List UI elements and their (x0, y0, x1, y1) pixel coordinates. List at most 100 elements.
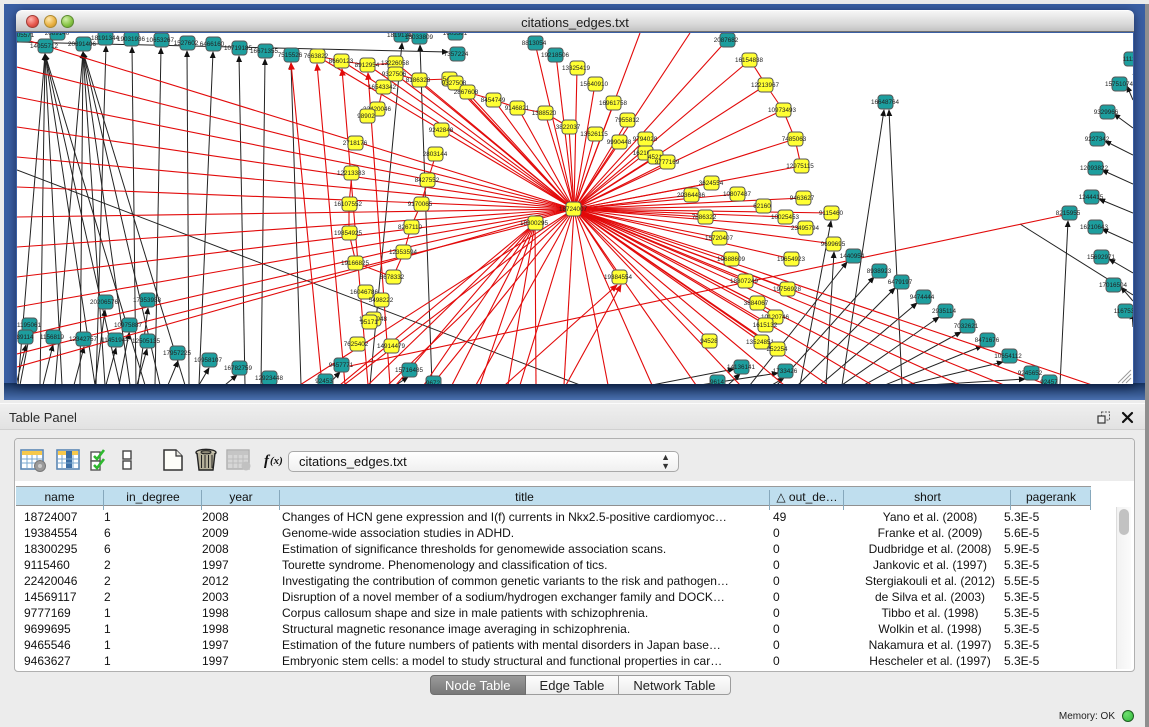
svg-text:16033809: 16033809 (405, 34, 434, 41)
svg-text:39114: 39114 (17, 334, 34, 341)
svg-text:1195061: 1195061 (17, 322, 42, 329)
svg-text:3884067: 3884067 (744, 300, 769, 307)
svg-text:10688609: 10688609 (717, 256, 746, 263)
svg-text:8454749: 8454749 (481, 97, 506, 104)
svg-text:10654112: 10654112 (994, 353, 1022, 360)
svg-text:17353938: 17353938 (133, 297, 162, 304)
svg-text:11451944: 11451944 (101, 337, 129, 344)
svg-text:1603381: 1603381 (443, 33, 468, 37)
svg-text:19384554: 19384554 (604, 274, 633, 281)
svg-text:14055712: 14055712 (30, 43, 59, 50)
svg-text:7886322: 7886322 (692, 214, 717, 221)
svg-text:15692971: 15692971 (1087, 254, 1116, 261)
svg-text:10975887: 10975887 (114, 322, 143, 329)
svg-text:11125: 11125 (1123, 56, 1133, 63)
svg-text:9115460: 9115460 (819, 210, 844, 217)
svg-text:16648764: 16648764 (871, 99, 900, 106)
svg-text:23495794: 23495794 (791, 225, 820, 232)
svg-text:15751074: 15751074 (1105, 81, 1133, 88)
svg-text:6466160: 6466160 (200, 41, 225, 48)
svg-text:3822037: 3822037 (556, 124, 581, 131)
svg-text:7515526: 7515526 (278, 52, 303, 59)
svg-text:62160: 62160 (753, 203, 771, 210)
svg-text:12342757: 12342757 (69, 336, 98, 343)
svg-text:8938923: 8938923 (867, 268, 892, 275)
svg-text:9146821: 9146821 (505, 105, 530, 112)
svg-text:1388520: 1388520 (532, 110, 557, 117)
svg-text:19031936: 19031936 (117, 36, 146, 43)
svg-text:18807249: 18807249 (730, 278, 759, 285)
svg-text:19654923: 19654923 (777, 256, 806, 263)
svg-text:10973493: 10973493 (768, 107, 797, 114)
svg-text:1440954: 1440954 (840, 253, 865, 260)
svg-text:12093822: 12093822 (1080, 165, 1109, 172)
svg-text:12213967: 12213967 (751, 82, 780, 89)
svg-text:10653267: 10653267 (146, 37, 175, 44)
svg-text:1615132: 1615132 (753, 322, 778, 329)
svg-text:14914479: 14914479 (377, 343, 406, 350)
svg-text:1527602: 1527602 (174, 40, 199, 47)
svg-text:18191344: 18191344 (91, 35, 120, 42)
svg-text:8678332: 8678332 (380, 274, 405, 281)
svg-text:9614: 9614 (710, 379, 725, 384)
svg-text:9329966: 9329966 (1094, 109, 1119, 116)
svg-text:9794028: 9794028 (633, 136, 658, 143)
svg-text:20206576: 20206576 (90, 299, 119, 306)
svg-text:6479197: 6479197 (888, 279, 913, 286)
svg-text:15720407: 15720407 (705, 235, 734, 242)
svg-text:8912954: 8912954 (355, 62, 380, 69)
svg-text:16961758: 16961758 (599, 100, 628, 107)
svg-text:16107552: 16107552 (334, 201, 363, 208)
svg-text:12353594: 12353594 (389, 249, 418, 256)
svg-text:8427552: 8427552 (415, 177, 440, 184)
svg-text:9227342: 9227342 (1085, 136, 1110, 143)
svg-text:16210643: 16210643 (1080, 224, 1109, 231)
svg-text:9170065: 9170065 (408, 201, 433, 208)
svg-text:9327506: 9327506 (382, 71, 407, 78)
svg-text:12923448: 12923448 (255, 375, 284, 382)
svg-text:10025453: 10025453 (771, 214, 800, 221)
svg-text:18724007: 18724007 (559, 206, 588, 213)
svg-text:1905571: 1905571 (17, 33, 35, 39)
svg-text:7032621: 7032621 (954, 323, 979, 330)
svg-text:8215955: 8215955 (1056, 210, 1081, 217)
svg-text:8813054: 8813054 (522, 40, 547, 47)
svg-text:92457: 92457 (1040, 379, 1058, 384)
svg-text:8660123: 8660123 (329, 58, 354, 65)
svg-text:10807487: 10807487 (723, 191, 752, 198)
svg-text:19166825: 19166825 (341, 260, 370, 267)
svg-text:5498222: 5498222 (369, 297, 394, 304)
svg-text:17957225: 17957225 (163, 350, 192, 357)
svg-text:94528: 94528 (700, 338, 718, 345)
svg-text:116753: 116753 (1114, 308, 1133, 315)
svg-text:19218506: 19218506 (541, 52, 570, 59)
svg-text:8471676: 8471676 (975, 337, 1000, 344)
svg-text:20364436: 20364436 (677, 192, 706, 199)
svg-text:98902: 98902 (357, 113, 375, 120)
svg-text:2867608: 2867608 (454, 89, 479, 96)
svg-text:7955812: 7955812 (615, 117, 640, 124)
svg-text:8267110: 8267110 (398, 224, 423, 231)
svg-text:9242848: 9242848 (429, 127, 454, 134)
svg-text:7625402: 7625402 (344, 341, 369, 348)
svg-text:10719185: 10719185 (224, 45, 253, 52)
svg-text:9474444: 9474444 (910, 294, 935, 301)
svg-text:20891406: 20891406 (68, 41, 97, 48)
svg-text:13626115: 13626115 (580, 131, 608, 138)
svg-text:(x): (x) (270, 455, 283, 467)
svg-text:8186328: 8186328 (406, 77, 431, 84)
svg-text:1156819: 1156819 (40, 334, 65, 341)
svg-text:19854925: 19854925 (334, 230, 363, 237)
svg-text:9457771: 9457771 (329, 362, 354, 369)
svg-text:9463627: 9463627 (790, 195, 815, 202)
svg-text:18300295: 18300295 (520, 220, 549, 227)
svg-text:10958107: 10958107 (194, 357, 223, 364)
svg-text:17016504: 17016504 (1099, 282, 1128, 289)
svg-text:9699695: 9699695 (821, 241, 846, 248)
svg-text:15716485: 15716485 (395, 367, 424, 374)
svg-text:13325419: 13325419 (562, 65, 591, 72)
svg-text:2718176: 2718176 (343, 140, 368, 147)
svg-text:9990448: 9990448 (607, 139, 632, 146)
svg-text:12213383: 12213383 (337, 170, 366, 177)
svg-text:9672: 9672 (426, 380, 441, 384)
